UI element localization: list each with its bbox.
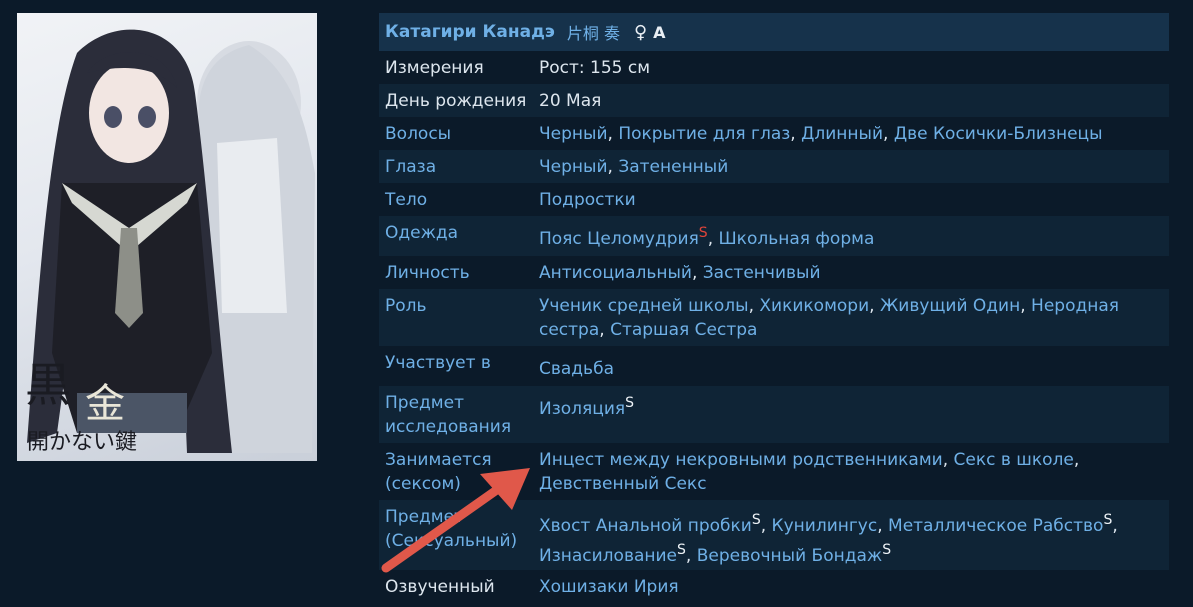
spoiler-marker: S <box>625 395 634 411</box>
trait-link[interactable]: Изоляция <box>539 399 625 419</box>
trait-link[interactable]: Затененный <box>618 157 728 177</box>
character-illustration: 黒 金 開かない鍵 <box>25 29 315 455</box>
row-engages-sexual: Занимается (сексом) Инцест между некровн… <box>379 443 1169 500</box>
spoiler-marker: S <box>698 225 708 241</box>
row-label: День рождения <box>385 91 527 111</box>
row-label-link[interactable]: Предмет исследования <box>379 386 539 443</box>
trait-link[interactable]: Хвост Анальной пробки <box>539 516 752 536</box>
character-info-table: Катагири Канадэ 片桐 奏 ♀ A Измерения Рост:… <box>379 13 1169 603</box>
trait-link[interactable]: Покрытие для глаз <box>618 124 790 144</box>
row-subject-sexual: Предмет (Сексуальный) Хвост Анальной про… <box>379 500 1169 570</box>
svg-text:金: 金 <box>85 381 125 427</box>
spoiler-marker: S <box>677 542 686 558</box>
trait-link[interactable]: Металлическое Рабство <box>888 516 1103 536</box>
character-image[interactable]: 黒 金 開かない鍵 <box>17 13 317 461</box>
row-label-link[interactable]: Тело <box>379 183 539 216</box>
row-birthday: День рождения 20 Мая <box>379 84 1169 117</box>
row-role: Роль Ученик средней школы, Хикикомори, Ж… <box>379 289 1169 346</box>
svg-text:黒: 黒 <box>25 358 71 412</box>
row-voiced-by: Озвученный Хошизаки Ирия <box>379 570 1169 603</box>
trait-link[interactable]: Хикикомори <box>759 296 869 316</box>
row-eyes: Глаза Черный, Затененный <box>379 150 1169 183</box>
row-subject-of: Предмет исследования ИзоляцияS <box>379 386 1169 443</box>
trait-link[interactable]: Веревочный Бондаж <box>697 546 883 566</box>
spoiler-marker: S <box>882 542 892 558</box>
trait-link[interactable]: Длинный <box>801 124 883 144</box>
spoiler-marker: S <box>751 512 761 528</box>
row-label-link[interactable]: Личность <box>379 256 539 289</box>
row-label-link[interactable]: Одежда <box>379 216 539 256</box>
character-kanji-name: 片桐 奏 <box>566 24 620 43</box>
trait-link[interactable]: Девственный Секс <box>539 474 707 494</box>
trait-link[interactable]: Кунилингус <box>772 516 878 536</box>
trait-link[interactable]: Свадьба <box>539 359 614 379</box>
female-gender-icon: ♀ <box>633 21 648 43</box>
trait-link[interactable]: Две Косички-Близнецы <box>894 124 1103 144</box>
row-label: Озвученный <box>385 577 495 597</box>
row-label-link[interactable]: Роль <box>379 289 539 346</box>
blood-type: A <box>653 22 666 42</box>
svg-text:開かない鍵: 開かない鍵 <box>27 430 137 455</box>
row-personality: Личность Антисоциальный, Застенчивый <box>379 256 1169 289</box>
row-label-link[interactable]: Глаза <box>379 150 539 183</box>
row-clothes: Одежда Пояс ЦеломудрияS, Школьная форма <box>379 216 1169 256</box>
row-measurements: Измерения Рост: 155 см <box>379 51 1169 84</box>
row-engages-in: Участвует в Свадьба <box>379 346 1169 386</box>
trait-link[interactable]: Старшая Сестра <box>610 320 757 340</box>
trait-link[interactable]: Пояс Целомудрия <box>539 229 699 249</box>
row-value: 20 Мая <box>539 91 602 111</box>
voice-actor-link[interactable]: Хошизаки Ирия <box>539 577 679 597</box>
trait-link[interactable]: Подростки <box>539 190 636 210</box>
trait-link[interactable]: Черный <box>539 124 608 144</box>
trait-link[interactable]: Ученик средней школы <box>539 296 749 316</box>
trait-link[interactable]: Черный <box>539 157 608 177</box>
row-label: Измерения <box>385 58 484 78</box>
row-label-link[interactable]: Участвует в <box>379 346 539 386</box>
character-header: Катагири Канадэ 片桐 奏 ♀ A <box>379 13 1169 51</box>
row-body: Тело Подростки <box>379 183 1169 216</box>
trait-link[interactable]: Инцест между некровными родственниками <box>539 450 943 470</box>
character-name-link[interactable]: Катагири Канадэ <box>385 22 555 42</box>
row-label-link[interactable]: Занимается (сексом) <box>379 443 539 500</box>
row-label-link[interactable]: Волосы <box>379 117 539 150</box>
trait-link[interactable]: Застенчивый <box>703 263 821 283</box>
row-value: Рост: 155 см <box>539 58 651 78</box>
trait-link[interactable]: Антисоциальный <box>539 263 692 283</box>
trait-link[interactable]: Изнасилование <box>539 546 677 566</box>
trait-link[interactable]: Живущий Один <box>880 296 1020 316</box>
trait-link[interactable]: Секс в школе <box>954 450 1074 470</box>
trait-link[interactable]: Школьная форма <box>719 229 875 249</box>
row-label-link[interactable]: Предмет (Сексуальный) <box>379 500 539 570</box>
row-hair: Волосы Черный, Покрытие для глаз, Длинны… <box>379 117 1169 150</box>
